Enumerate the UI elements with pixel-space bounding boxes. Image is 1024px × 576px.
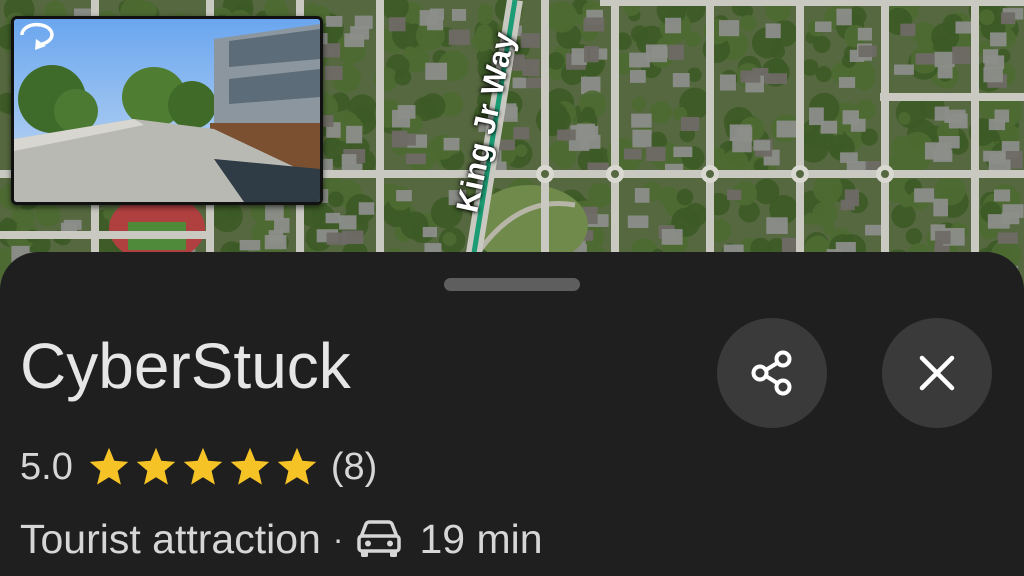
star-icon <box>277 447 317 485</box>
info-row: Tourist attraction · 19 min <box>20 514 543 564</box>
star-icon <box>230 447 270 485</box>
review-count: (8) <box>330 445 378 488</box>
star-icon <box>183 447 223 485</box>
street-view-thumbnail[interactable] <box>11 16 323 205</box>
rating-row[interactable]: 5.0 (8) <box>20 445 377 489</box>
separator-dot: · <box>332 520 344 557</box>
close-icon <box>919 355 955 391</box>
travel-time: 19 min <box>419 515 543 562</box>
share-button[interactable] <box>717 318 827 428</box>
place-title: CyberStuck <box>20 330 351 402</box>
rating-stars <box>87 445 319 489</box>
close-button[interactable] <box>882 318 992 428</box>
share-icon <box>751 350 792 396</box>
rotate-360-icon <box>20 22 54 50</box>
star-icon <box>89 447 129 485</box>
drag-handle[interactable] <box>444 278 580 291</box>
place-category: Tourist attraction <box>20 515 321 562</box>
place-sheet: CyberStuck 5.0 (8) Tourist attraction · <box>0 252 1024 576</box>
car-icon <box>357 520 402 557</box>
star-icon <box>136 447 176 485</box>
rating-value: 5.0 <box>20 445 73 488</box>
